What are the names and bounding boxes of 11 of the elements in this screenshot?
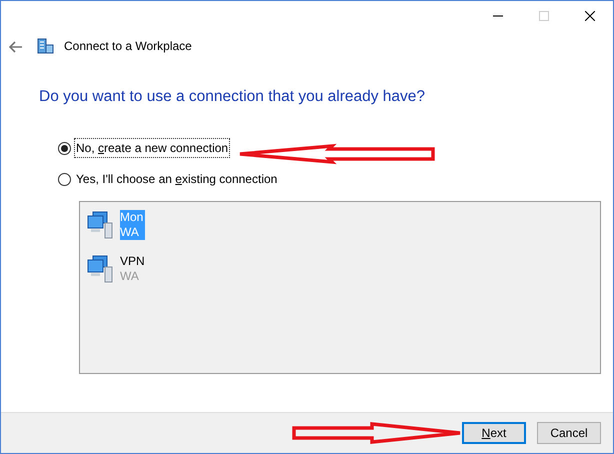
radio-button[interactable] — [58, 172, 71, 186]
radio-button[interactable] — [58, 142, 71, 155]
buildings-icon — [37, 38, 54, 54]
question-heading: Do you want to use a connection that you already have? — [39, 87, 426, 107]
option-label[interactable]: No, create a new connection — [74, 138, 230, 158]
close-icon[interactable] — [585, 11, 595, 21]
option-label[interactable]: Yes, I'll choose an existing connection — [74, 169, 280, 190]
window-title: Connect to a Workplace — [64, 38, 192, 55]
connection-item[interactable]: VPN WA — [120, 254, 147, 284]
dialog-button[interactable]: Cancel — [537, 422, 601, 444]
dialog-button[interactable]: Next — [462, 422, 526, 444]
